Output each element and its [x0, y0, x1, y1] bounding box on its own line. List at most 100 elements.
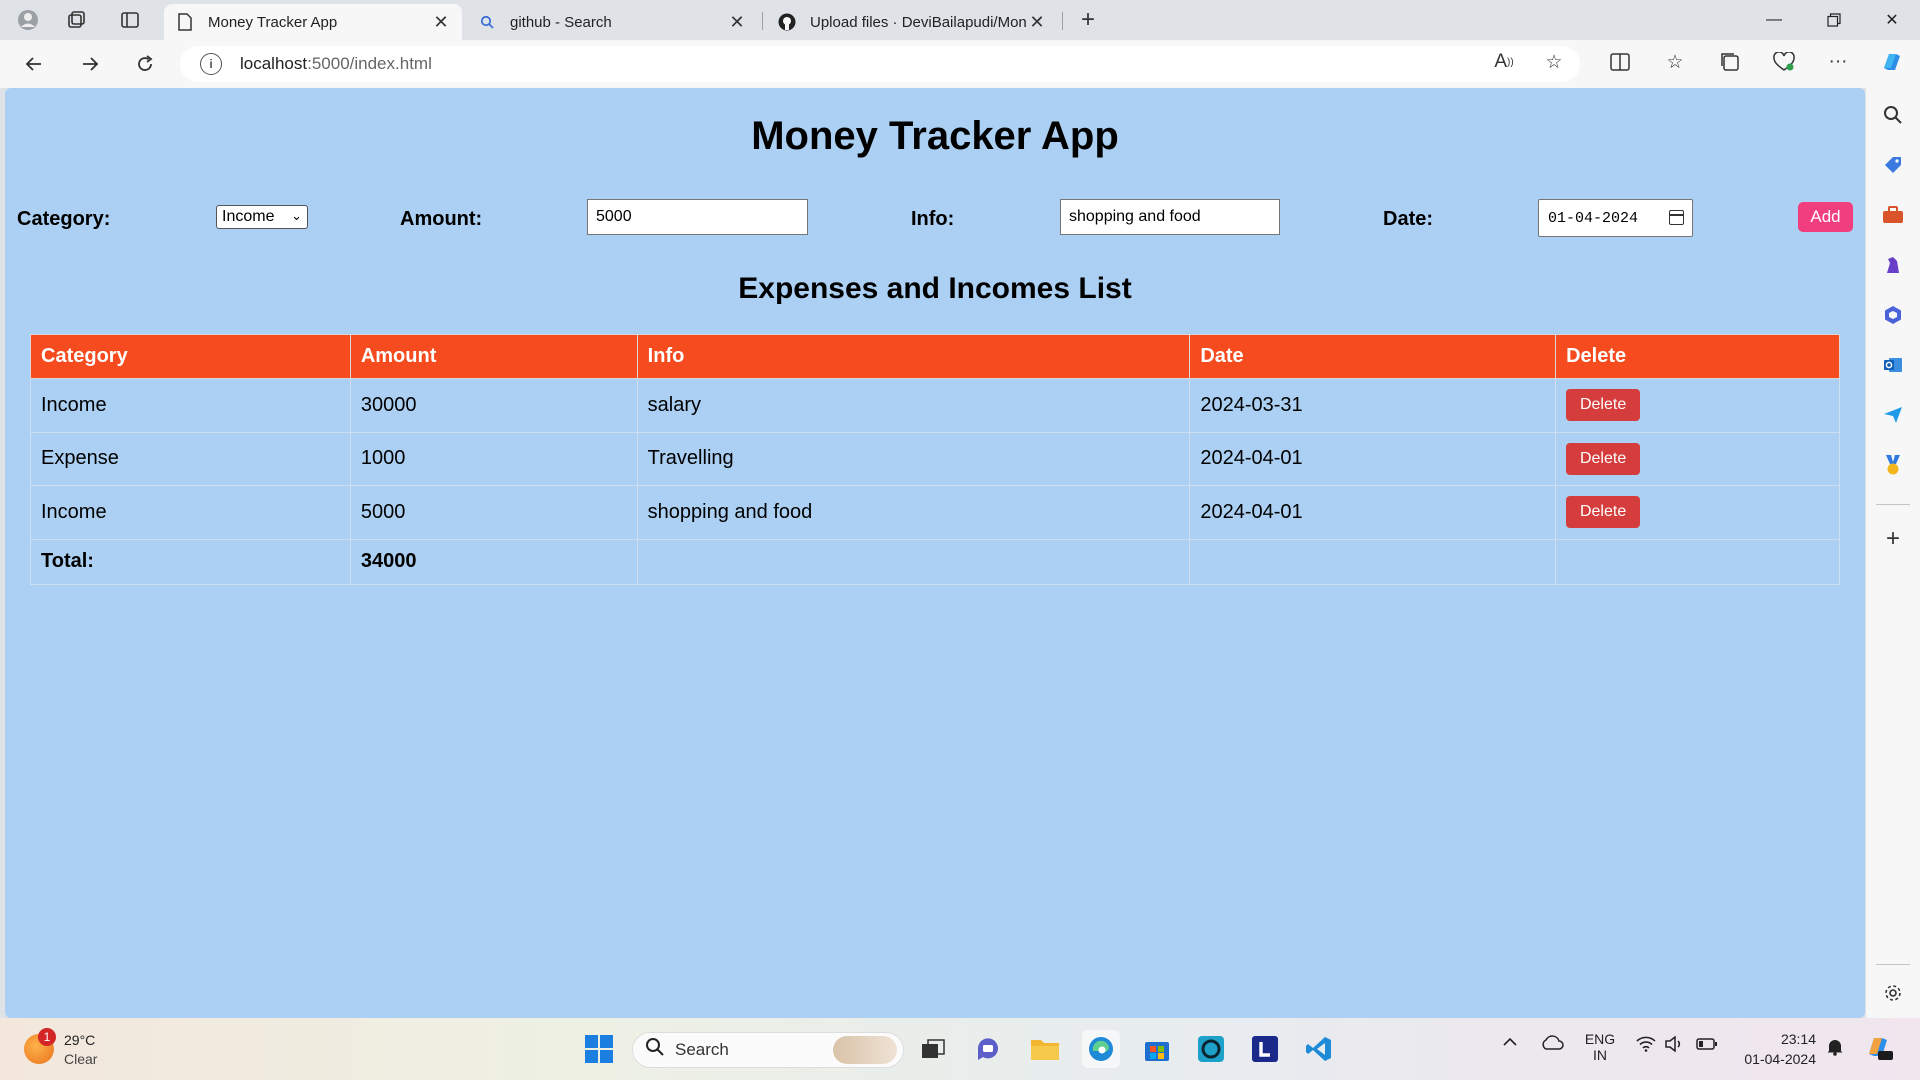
cell-amount: 5000 [349, 485, 638, 540]
outlook-icon[interactable] [1878, 350, 1908, 380]
url-field[interactable]: i localhost:5000/index.html [180, 46, 1580, 82]
table-header-row: Category Amount Info Date Delete [30, 334, 1840, 379]
browser-essentials-icon[interactable] [1768, 46, 1800, 78]
add-button[interactable]: Add [1798, 202, 1853, 232]
close-icon[interactable]: ✕ [432, 12, 450, 33]
copilot-icon[interactable] [1876, 46, 1908, 78]
cell-category: Income [30, 485, 351, 540]
category-select-value: Income [222, 208, 275, 225]
browser-tab-bar: Money Tracker App ✕ github - Search ✕ Up… [0, 0, 1920, 40]
weather-description: Clear [64, 1051, 98, 1067]
cortana-app-icon[interactable] [1192, 1030, 1230, 1068]
close-icon[interactable]: ✕ [1028, 12, 1046, 33]
amount-input[interactable]: 5000 [587, 199, 808, 235]
header-info: Info [636, 334, 1191, 379]
close-icon[interactable]: ✕ [728, 12, 746, 33]
tab-upload-files[interactable]: Upload files · DeviBailapudi/Mon ✕ [766, 4, 1058, 40]
favorites-icon[interactable]: ☆ [1659, 46, 1691, 78]
tab-github-search[interactable]: github - Search ✕ [466, 4, 758, 40]
search-icon [645, 1037, 665, 1063]
cell-delete: Delete [1555, 485, 1840, 540]
site-info-icon[interactable]: i [200, 53, 222, 75]
vscode-icon[interactable] [1300, 1030, 1338, 1068]
tab-actions-icon[interactable] [116, 6, 144, 34]
edge-browser-icon[interactable] [1082, 1030, 1120, 1068]
search-icon[interactable] [1878, 100, 1908, 130]
microsoft-365-icon[interactable] [1878, 300, 1908, 330]
info-label: Info: [911, 208, 955, 230]
taskbar-search[interactable]: Search [632, 1032, 904, 1068]
tab-title: github - Search [510, 13, 612, 31]
tab-money-tracker[interactable]: Money Tracker App ✕ [164, 4, 462, 40]
delete-button[interactable]: Delete [1566, 496, 1641, 529]
new-tab-icon[interactable]: + [1074, 6, 1102, 34]
url-host: localhost [240, 54, 308, 73]
copilot-preview-icon[interactable] [1864, 1032, 1894, 1066]
settings-gear-icon[interactable] [1878, 978, 1908, 1008]
empty-cell [1189, 538, 1557, 585]
cell-amount: 30000 [349, 378, 638, 433]
tab-separator [1062, 12, 1063, 30]
sidebar-divider [1876, 504, 1910, 505]
chevron-up-icon[interactable] [1502, 1034, 1518, 1054]
total-row: Total: 34000 [30, 538, 1840, 585]
split-screen-icon[interactable] [1604, 46, 1636, 78]
forward-icon[interactable] [74, 48, 106, 80]
info-input[interactable]: shopping and food [1060, 199, 1280, 235]
delete-button[interactable]: Delete [1566, 442, 1641, 475]
cell-date: 2024-03-31 [1189, 378, 1557, 433]
task-view-icon[interactable] [914, 1030, 952, 1068]
clock-time[interactable]: 23:14 [1740, 1031, 1816, 1047]
read-aloud-icon[interactable]: A)) [1488, 46, 1520, 78]
date-input[interactable]: 01-04-2024 [1538, 199, 1693, 237]
cell-date: 2024-04-01 [1189, 485, 1557, 540]
favorite-star-icon[interactable]: ☆ [1538, 46, 1570, 78]
shopping-tag-icon[interactable] [1878, 150, 1908, 180]
calendar-icon[interactable] [1669, 210, 1684, 225]
battery-icon[interactable] [1696, 1037, 1718, 1055]
restore-icon[interactable] [1806, 0, 1862, 40]
cell-info: shopping and food [636, 485, 1191, 540]
send-icon[interactable] [1878, 400, 1908, 430]
cell-delete: Delete [1555, 431, 1840, 486]
header-category: Category [30, 334, 351, 379]
refresh-icon[interactable] [129, 48, 161, 80]
address-bar: i localhost:5000/index.html A)) ☆ ☆ ··· [0, 40, 1920, 88]
file-explorer-icon[interactable] [1026, 1030, 1064, 1068]
rewards-icon[interactable] [1878, 450, 1908, 480]
delete-button[interactable]: Delete [1566, 389, 1641, 422]
windows-taskbar: 1 29°C Clear Search ENG IN 23:14 01-04-2… [0, 1018, 1920, 1080]
cell-delete: Delete [1555, 378, 1840, 433]
category-select[interactable]: Income ⌄ [216, 205, 308, 229]
header-delete: Delete [1555, 334, 1840, 379]
minimize-icon[interactable]: — [1746, 0, 1802, 40]
tools-icon[interactable] [1878, 200, 1908, 230]
games-icon[interactable] [1878, 250, 1908, 280]
notification-bell-icon[interactable] [1826, 1038, 1844, 1060]
tab-title: Money Tracker App [208, 13, 338, 31]
list-title: Expenses and Incomes List [738, 272, 1132, 305]
windows-start-icon[interactable] [580, 1030, 618, 1068]
back-icon[interactable] [18, 48, 50, 80]
microsoft-store-icon[interactable] [1138, 1030, 1176, 1068]
teams-chat-icon[interactable] [970, 1030, 1008, 1068]
more-options-icon[interactable]: ··· [1822, 46, 1854, 78]
cell-category: Income [30, 378, 351, 433]
workspaces-icon[interactable] [62, 6, 90, 34]
onedrive-cloud-icon[interactable] [1540, 1035, 1564, 1055]
profile-icon[interactable] [14, 6, 42, 34]
transactions-table: Category Amount Info Date Delete Income … [30, 334, 1840, 585]
collections-icon[interactable] [1714, 46, 1746, 78]
notification-badge: 1 [38, 1028, 56, 1046]
l-app-icon[interactable] [1246, 1030, 1284, 1068]
language-indicator[interactable]: ENG IN [1584, 1031, 1616, 1063]
window-close-icon[interactable]: ✕ [1864, 0, 1920, 40]
add-sidebar-app-icon[interactable]: + [1878, 524, 1908, 554]
cell-amount: 1000 [349, 431, 638, 486]
language-region: IN [1593, 1047, 1607, 1063]
clock-date[interactable]: 01-04-2024 [1730, 1051, 1816, 1067]
wifi-icon[interactable] [1636, 1036, 1656, 1056]
chevron-down-icon: ⌄ [291, 208, 302, 223]
volume-icon[interactable] [1664, 1035, 1684, 1056]
tab-title: Upload files · DeviBailapudi/Mon [810, 13, 1027, 31]
